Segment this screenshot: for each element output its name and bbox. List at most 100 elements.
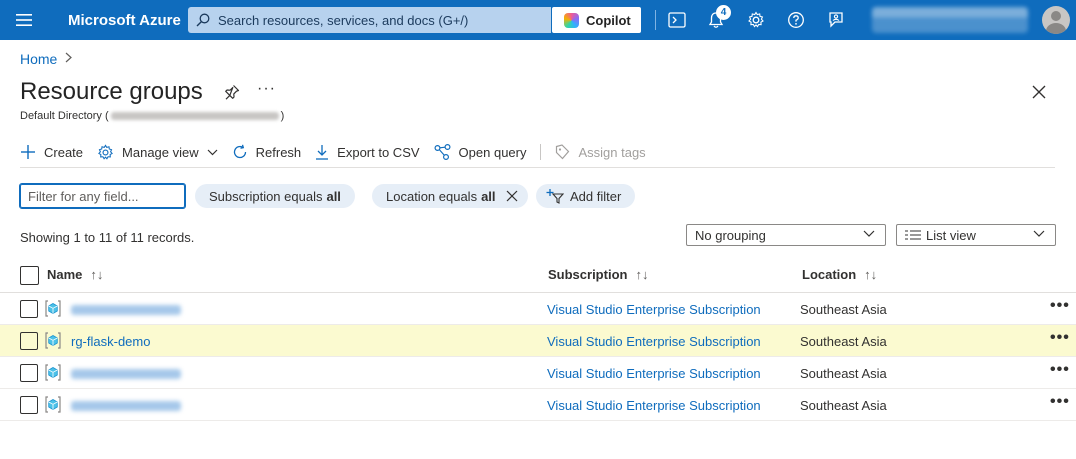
table-row[interactable]: Visual Studio Enterprise Subscription Sou… [0, 293, 1076, 325]
add-filter-icon [546, 189, 564, 204]
table-row[interactable]: Visual Studio Enterprise Subscription Sou… [0, 357, 1076, 389]
copilot-button[interactable]: Copilot [552, 7, 641, 33]
resource-group-icon [45, 332, 61, 352]
resource-group-name-link[interactable]: rg-flask-demo [71, 334, 150, 349]
brand-title[interactable]: Microsoft Azure [68, 12, 181, 29]
manage-view-label: Manage view [122, 144, 199, 160]
tag-icon [556, 144, 570, 160]
copilot-label: Copilot [586, 12, 631, 28]
subscription-link[interactable]: Visual Studio Enterprise Subscription [547, 366, 761, 381]
close-icon[interactable] [1032, 85, 1046, 104]
directory-name-obscured [110, 112, 279, 120]
avatar[interactable] [1042, 6, 1070, 34]
column-subscription-label: Subscription [548, 267, 628, 282]
breadcrumb-chevron-icon [65, 52, 73, 66]
resource-group-icon [45, 300, 61, 320]
row-checkbox[interactable] [20, 300, 38, 318]
assign-tags-button[interactable]: Assign tags [555, 144, 646, 160]
subtitle-suffix: ) [280, 110, 285, 122]
more-options-button[interactable]: ··· [257, 80, 276, 98]
breadcrumb-home-link[interactable]: Home [20, 51, 57, 67]
create-label: Create [44, 144, 84, 160]
chevron-down-icon [863, 230, 875, 237]
select-all-checkbox[interactable] [20, 266, 39, 285]
location-filter-pill[interactable]: Location equals all [372, 184, 528, 208]
refresh-label: Refresh [255, 144, 302, 160]
list-view-icon [905, 230, 921, 240]
resource-group-icon [45, 364, 61, 384]
location-filter-value: all [481, 188, 496, 204]
subtitle-prefix: Default Directory ( [20, 110, 109, 122]
filter-input[interactable] [19, 183, 186, 209]
sort-icon[interactable]: ↑↓ [635, 267, 648, 282]
add-filter-button[interactable]: Add filter [536, 184, 636, 208]
topbar-divider [655, 10, 656, 30]
view-mode-dropdown[interactable]: List view [896, 224, 1056, 246]
subscription-filter-label: Subscription equals [209, 188, 323, 204]
sort-icon[interactable]: ↑↓ [90, 267, 103, 282]
cloud-shell-icon[interactable] [667, 10, 687, 30]
download-icon [316, 145, 329, 160]
open-query-button[interactable]: Open query [434, 144, 527, 160]
view-mode-selected: List view [926, 227, 976, 243]
settings-gear-icon[interactable] [746, 10, 766, 30]
hamburger-menu-icon[interactable] [0, 0, 48, 40]
search-icon [196, 13, 210, 27]
column-header-location[interactable]: Location ↑↓ [802, 267, 877, 282]
row-more-actions-button[interactable]: ••• [1050, 329, 1070, 347]
help-icon[interactable] [786, 10, 806, 30]
resource-group-name-link[interactable] [71, 369, 181, 379]
breadcrumb: Home [20, 51, 73, 67]
subscription-filter-value: all [326, 188, 341, 204]
row-more-actions-button[interactable]: ••• [1050, 297, 1070, 315]
global-search-input[interactable]: Search resources, services, and docs (G+… [188, 7, 551, 33]
subscription-link[interactable]: Visual Studio Enterprise Subscription [547, 398, 761, 413]
refresh-button[interactable]: Refresh [232, 144, 302, 160]
row-more-actions-button[interactable]: ••• [1050, 393, 1070, 411]
feedback-icon[interactable] [826, 10, 846, 30]
gear-icon [98, 143, 113, 160]
resource-group-icon [45, 396, 61, 416]
page-title: Resource groups [20, 78, 203, 105]
remove-filter-close-icon[interactable] [506, 190, 518, 202]
grouping-dropdown[interactable]: No grouping [686, 224, 886, 246]
location-text: Southeast Asia [800, 334, 887, 349]
account-info-obscured[interactable] [872, 7, 1028, 33]
location-text: Southeast Asia [800, 302, 887, 317]
chevron-down-icon [207, 149, 218, 155]
column-header-subscription[interactable]: Subscription ↑↓ [548, 267, 648, 282]
notification-count-badge: 4 [716, 5, 731, 20]
row-checkbox[interactable] [20, 396, 38, 414]
location-text: Southeast Asia [800, 398, 887, 413]
toolbar-divider-line [20, 167, 1055, 168]
manage-view-button[interactable]: Manage view [97, 143, 218, 161]
column-header-name[interactable]: Name ↑↓ [47, 267, 103, 282]
column-name-label: Name [47, 267, 83, 282]
chevron-down-icon [1033, 230, 1045, 237]
sort-icon[interactable]: ↑↓ [864, 267, 877, 282]
subscription-link[interactable]: Visual Studio Enterprise Subscription [547, 334, 761, 349]
resource-group-name-link[interactable] [71, 401, 181, 411]
subscription-filter-pill[interactable]: Subscription equals all [195, 184, 355, 208]
command-toolbar: Create Manage view Refresh Export to CSV… [20, 140, 660, 164]
resource-group-name-link[interactable] [71, 305, 181, 315]
row-checkbox[interactable] [20, 364, 38, 382]
row-checkbox[interactable] [20, 332, 38, 350]
open-query-label: Open query [458, 144, 527, 160]
table-row[interactable]: Visual Studio Enterprise Subscription Sou… [0, 389, 1076, 421]
export-csv-button[interactable]: Export to CSV [315, 144, 420, 160]
create-button[interactable]: Create [20, 144, 83, 160]
copilot-icon [564, 12, 579, 28]
refresh-icon [233, 144, 246, 159]
row-more-actions-button[interactable]: ••• [1050, 361, 1070, 379]
pin-icon[interactable] [224, 84, 240, 105]
records-count-text: Showing 1 to 11 of 11 records. [20, 230, 195, 245]
table-header: Name ↑↓ Subscription ↑↓ Location ↑↓ [0, 260, 1076, 293]
table-row[interactable]: rg-flask-demo Visual Studio Enterprise Su… [0, 325, 1076, 357]
add-filter-label: Add filter [570, 188, 622, 204]
plus-icon [21, 145, 35, 159]
export-csv-label: Export to CSV [337, 144, 420, 160]
directory-subtitle: Default Directory ( ) [20, 110, 284, 122]
toolbar-divider [540, 144, 542, 160]
subscription-link[interactable]: Visual Studio Enterprise Subscription [547, 302, 761, 317]
